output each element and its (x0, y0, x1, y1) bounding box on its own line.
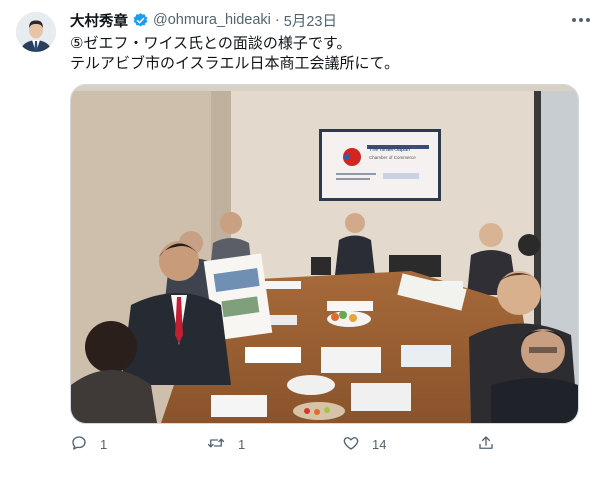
tweet-text: ⑤ゼエフ・ワイス氏との面談の様子です。 テルアビブ市のイスラエル日本商工会議所に… (70, 34, 590, 74)
reply-icon[interactable] (70, 434, 88, 455)
retweet-button[interactable]: 1 (206, 432, 245, 456)
share-button[interactable] (477, 432, 495, 456)
like-button[interactable]: 14 (342, 432, 386, 456)
retweet-icon[interactable] (206, 434, 226, 455)
tweet-text-line: ⑤ゼエフ・ワイス氏との面談の様子です。 (70, 35, 352, 52)
like-icon[interactable] (342, 434, 360, 455)
separator-dot: · (274, 12, 280, 28)
meeting-photo: The Israel-Japan Chamber of Commerce (71, 85, 578, 423)
tweet-text-line: テルアビブ市のイスラエル日本商工会議所にて。 (70, 55, 400, 72)
tweet-photo[interactable]: The Israel-Japan Chamber of Commerce (70, 84, 579, 424)
user-handle[interactable]: @ohmura_hideaki (153, 12, 271, 28)
tweet-card[interactable]: 大村秀章 @ohmura_hideaki · 5月23日 ⑤ゼエフ・ワイス氏との… (0, 0, 611, 477)
reply-button[interactable]: 1 (70, 432, 107, 456)
tweet-date[interactable]: 5月23日 (284, 10, 337, 31)
share-icon[interactable] (477, 434, 495, 455)
reply-count: 1 (100, 436, 108, 452)
avatar[interactable] (16, 12, 56, 52)
verified-icon (132, 12, 149, 29)
slide-subtitle: Chamber of Commerce (369, 155, 416, 160)
tweet-actions: 1 1 14 (70, 432, 590, 456)
like-count: 14 (372, 436, 387, 452)
slide-title: The Israel-Japan (369, 147, 410, 153)
more-icon[interactable] (569, 10, 593, 30)
display-name[interactable]: 大村秀章 (70, 10, 128, 31)
retweet-count: 1 (238, 436, 246, 452)
